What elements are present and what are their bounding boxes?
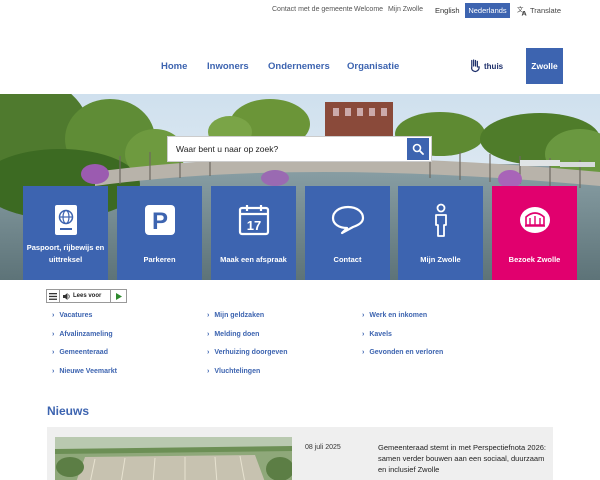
quicklink-label: Melding doen [214,331,260,338]
svg-text:P: P [151,208,167,235]
news-date: 08 juli 2025 [305,444,341,451]
tile-afspraak[interactable]: 17 Maak een afspraak [211,186,296,280]
person-icon [434,203,447,237]
readspeaker-read-button[interactable]: Lees voor [60,292,110,300]
quicklink[interactable]: › Kavels [362,331,392,338]
quicklink[interactable]: › Vluchtelingen [207,368,260,375]
quicklink-label: Vluchtelingen [214,368,261,375]
parking-icon: P [144,205,175,235]
utility-bar: Contact met de gemeente Welcome Mijn Zwo… [0,3,600,19]
welcome-link[interactable]: Welcome [354,6,383,13]
quicklink-label: Mijn geldzaken [214,312,265,319]
language-english[interactable]: English [435,6,460,15]
nav-ondernemers[interactable]: Ondernemers [268,61,330,72]
quicklink[interactable]: › Gevonden en verloren [362,349,443,356]
readspeaker-menu-button[interactable] [47,290,60,302]
news-headline[interactable]: Gemeenteraad stemt in met Perspectiefnot… [378,442,548,475]
chevron-right-icon: › [52,312,55,319]
chevron-right-icon: › [207,349,210,356]
readspeaker-label: Lees voor [73,293,102,299]
search-icon [412,143,424,155]
speaker-icon [63,292,70,300]
quicklink[interactable]: › Melding doen [207,331,259,338]
tile-label: Paspoort, rijbewijs en uittreksel [26,243,105,264]
quicklink-label: Verhuizing doorgeven [214,349,288,356]
calendar-icon: 17 [238,205,269,236]
quicklink-label: Gevonden en verloren [369,349,444,356]
tile-label: Maak een afspraak [220,255,287,264]
quicklink-label: Werk en inkomen [369,312,428,319]
tile-label: Contact [333,255,362,264]
tile-label: Mijn Zwolle [420,255,461,264]
tile-label: Parkeren [143,255,176,264]
play-icon [115,292,122,300]
readspeaker-widget: Lees voor [46,289,127,303]
quicklink[interactable]: › Gemeenteraad [52,349,108,356]
nav-home[interactable]: Home [161,61,187,72]
hand-icon [471,59,480,73]
translate-label: Translate [530,6,561,15]
search-bar[interactable]: Waar bent u naar op zoek? [167,136,432,162]
calendar-day: 17 [246,218,260,233]
translate-icon: 文 A [517,5,527,16]
chevron-right-icon: › [362,312,365,319]
quicklink[interactable]: › Afvalinzameling [52,331,113,338]
zwolle-thuis-link[interactable]: thuis [469,59,503,73]
chevron-right-icon: › [52,331,55,338]
aerial-photo [55,437,292,480]
zwolle-logo[interactable]: Zwolle [526,48,563,84]
building-icon [519,207,550,233]
quicklink-label: Nieuwe Veemarkt [59,368,117,375]
chevron-right-icon: › [362,349,365,356]
quicklink-label: Gemeenteraad [59,349,108,356]
news-image [55,437,292,480]
news-heading: Nieuws [47,404,90,418]
quicklink-label: Kavels [369,331,392,338]
contact-link[interactable]: Contact met de gemeente [272,6,353,13]
chevron-right-icon: › [52,368,55,375]
chevron-right-icon: › [52,349,55,356]
page: Contact met de gemeente Welcome Mijn Zwo… [0,0,600,480]
main-navigation: Home Inwoners Ondernemers Organisatie [0,58,600,78]
tile-mijn-zwolle[interactable]: Mijn Zwolle [398,186,483,280]
thuis-label: thuis [484,61,504,71]
quicklink[interactable]: › Werk en inkomen [362,312,427,319]
nav-inwoners[interactable]: Inwoners [207,61,249,72]
search-button[interactable] [407,138,429,160]
chevron-right-icon: › [207,312,210,319]
tile-paspoort[interactable]: Paspoort, rijbewijs en uittreksel [23,186,108,280]
search-input[interactable]: Waar bent u naar op zoek? [168,144,407,154]
quicklink[interactable]: › Mijn geldzaken [207,312,264,319]
chevron-right-icon: › [362,331,365,338]
mijn-zwolle-link[interactable]: Mijn Zwolle [388,6,423,13]
readspeaker-play-button[interactable] [110,290,126,302]
menu-icon [49,292,57,300]
quicklink[interactable]: › Nieuwe Veemarkt [52,368,117,375]
language-nederlands[interactable]: Nederlands [465,3,510,18]
speech-bubble-icon [331,205,364,235]
tile-parkeren[interactable]: P Parkeren [117,186,202,280]
passport-icon [54,205,77,235]
quicklink[interactable]: › Vacatures [52,312,92,319]
quicklink-label: Afvalinzameling [59,331,113,338]
tile-bezoek-zwolle[interactable]: Bezoek Zwolle [492,186,577,280]
quicklink-label: Vacatures [59,312,93,319]
news-item[interactable]: 08 juli 2025 Gemeenteraad stemt in met P… [47,427,553,480]
nav-organisatie[interactable]: Organisatie [347,61,399,72]
chevron-right-icon: › [207,368,210,375]
translate-button[interactable]: 文 A Translate [517,5,561,16]
chevron-right-icon: › [207,331,210,338]
svg-text:A: A [522,10,527,16]
tile-label: Bezoek Zwolle [508,255,561,264]
quicklink[interactable]: › Verhuizing doorgeven [207,349,287,356]
tile-contact[interactable]: Contact [305,186,390,280]
